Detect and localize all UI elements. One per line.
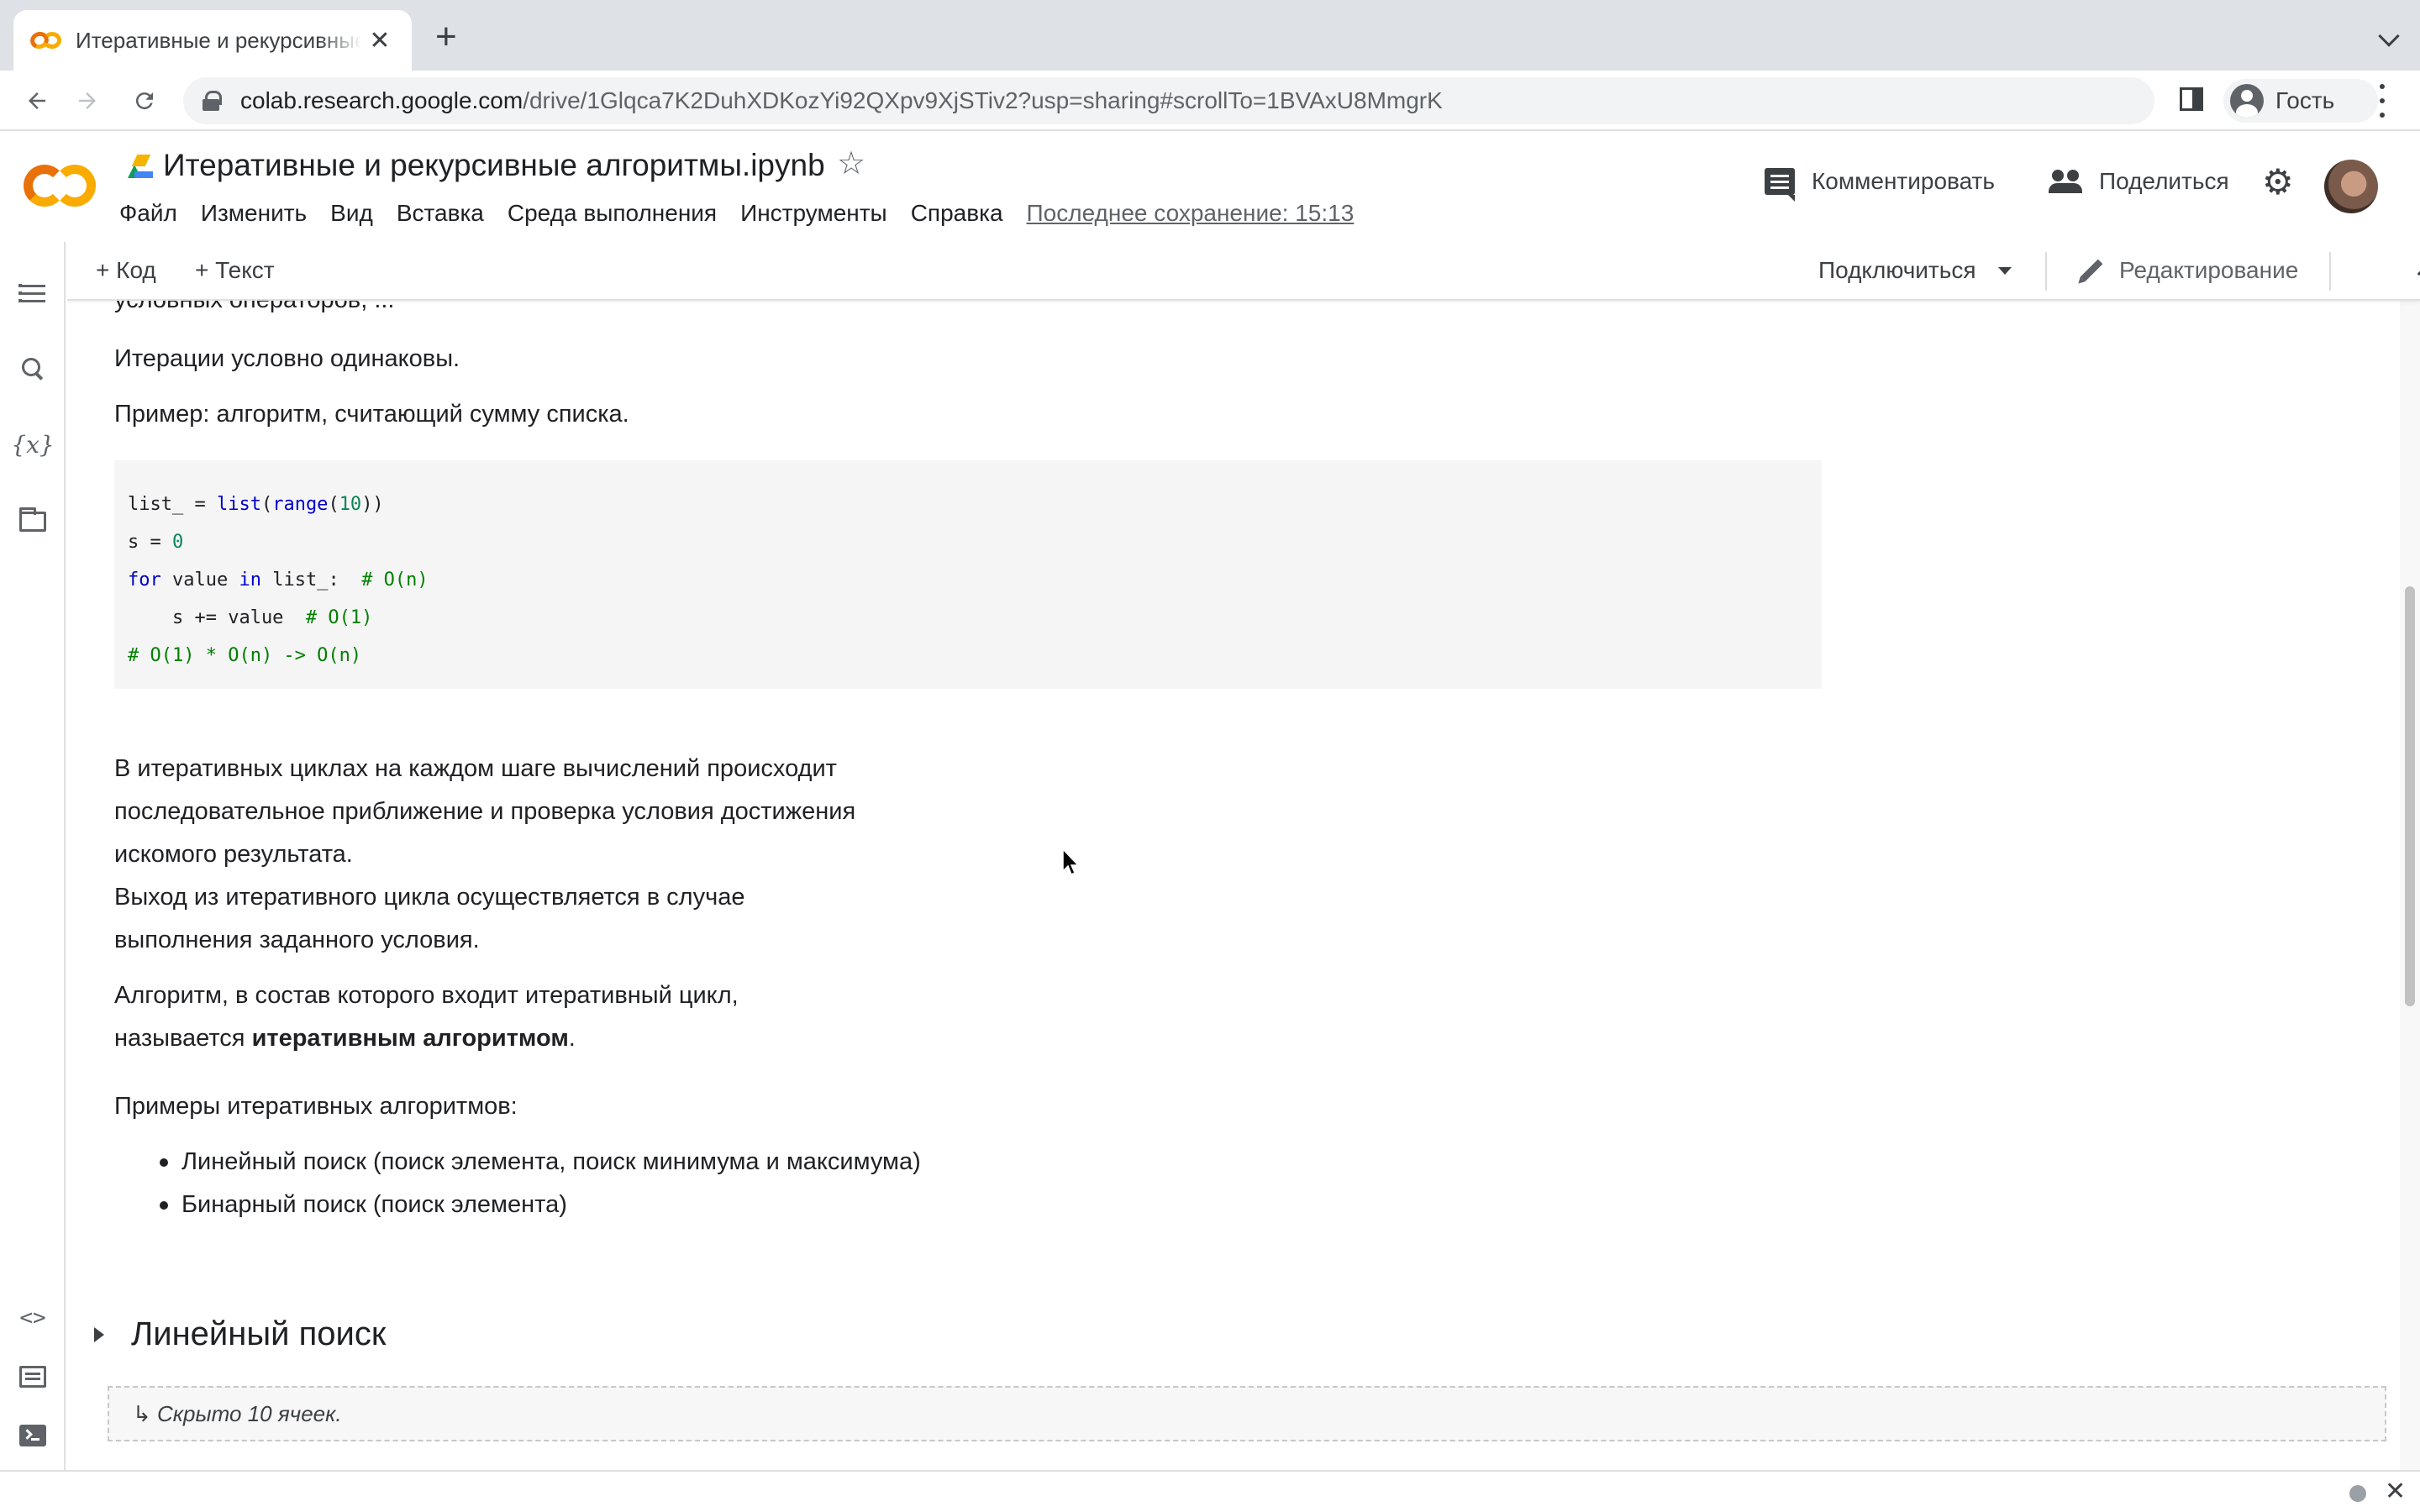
text-cell-paragraph: Примеры итеративных алгоритмов:	[114, 1093, 518, 1120]
people-icon	[2049, 170, 2082, 193]
runtime-status-icon[interactable]	[2349, 1485, 2366, 1502]
toolbar-divider	[2329, 252, 2331, 291]
last-save-link[interactable]: Последнее сохранение: 15:13	[1027, 200, 1355, 227]
avatar[interactable]	[2324, 160, 2378, 213]
profile-button[interactable]: Гость	[2223, 79, 2378, 123]
code-line: for value in list_: # O(n)	[128, 570, 429, 591]
menu-help[interactable]: Справка	[911, 200, 1003, 227]
address-bar[interactable]: colab.research.google.com/drive/1Glqca7K…	[183, 77, 2154, 124]
toolbar-divider	[2045, 252, 2047, 291]
reload-icon[interactable]	[126, 82, 163, 119]
side-panel-icon[interactable]	[2180, 87, 2203, 111]
menu-bar: Файл Изменить Вид Вставка Среда выполнен…	[119, 200, 1377, 227]
section-header-linear-search[interactable]: Линейный поиск	[76, 1315, 386, 1353]
variables-icon[interactable]: {x}	[11, 427, 54, 462]
profile-icon	[2230, 84, 2264, 118]
url-text: colab.research.google.com/drive/1Glqca7K…	[240, 87, 1443, 113]
gear-icon[interactable]: ⚙	[2262, 165, 2294, 200]
list-item: Бинарный поиск (поиск элемента)	[114, 1184, 921, 1226]
expand-section-icon[interactable]	[94, 1326, 104, 1342]
code-line: # O(1) * O(n) -> O(n)	[128, 645, 362, 666]
status-bar: ✕	[0, 1470, 2420, 1512]
connect-button[interactable]: Подключиться	[1818, 257, 2012, 284]
cell-toolbar: + Код + Текст Подключиться Редактировани…	[67, 242, 2420, 301]
code-line: s += value # O(1)	[128, 607, 373, 628]
new-tab-button[interactable]: +	[435, 18, 457, 55]
tab-title: Итеративные и рекурсивные алгоритмы.ipyn…	[76, 27, 361, 53]
terminal-icon[interactable]	[15, 1418, 50, 1453]
list-item: Линейный поиск (поиск элемента, поиск ми…	[114, 1141, 921, 1184]
text-cell-line: В итеративных циклах на каждом шаге вычи…	[114, 755, 837, 782]
drive-icon[interactable]	[128, 155, 155, 178]
code-snippets-icon[interactable]: <>	[15, 1300, 50, 1336]
notebook-content: условных операторов, ... Итерации условн…	[67, 301, 2400, 1468]
scrollbar[interactable]	[2400, 301, 2420, 1470]
hidden-cells-button[interactable]: ↳ Скрыто 10 ячеек.	[108, 1386, 2386, 1441]
add-text-button[interactable]: + Текст	[195, 257, 275, 284]
text-cell-line: последовательное приближение и проверка …	[114, 798, 856, 825]
section-title: Линейный поиск	[131, 1315, 387, 1352]
colab-header: Итеративные и рекурсивные алгоритмы.ipyn…	[0, 131, 2420, 242]
back-icon[interactable]	[18, 82, 55, 119]
tab-search-chevron-icon[interactable]	[2378, 25, 2400, 47]
folder-icon[interactable]	[15, 504, 50, 539]
notebook-title[interactable]: Итеративные и рекурсивные алгоритмы.ipyn…	[163, 148, 825, 183]
connect-label: Подключиться	[1818, 257, 1976, 283]
text-cell-line: выполнения заданного условия.	[114, 927, 480, 953]
comment-label: Комментировать	[1812, 168, 1995, 194]
table-of-contents-icon[interactable]	[15, 276, 50, 311]
browser-tab[interactable]: Итеративные и рекурсивные алгоритмы.ipyn…	[13, 10, 412, 71]
menu-edit[interactable]: Изменить	[201, 200, 307, 227]
bold-term: итеративным алгоритмом	[251, 1025, 569, 1052]
code-line: list_ = list(range(10))	[128, 494, 384, 515]
text-cell-line: искомого результата.	[114, 841, 353, 868]
search-icon[interactable]	[15, 351, 50, 386]
text-cell-line: Выход из итеративного цикла осуществляет…	[114, 884, 745, 911]
star-icon[interactable]: ☆	[837, 144, 865, 182]
text-cell-line: называется итеративным алгоритмом.	[114, 1025, 576, 1052]
pencil-icon	[2080, 259, 2103, 282]
colab-logo-icon[interactable]	[24, 165, 96, 212]
left-rail: {x} <>	[0, 242, 66, 1470]
edit-mode-label: Редактирование	[2119, 257, 2299, 283]
comment-button[interactable]: Комментировать	[1765, 168, 1995, 202]
text-cell-paragraph: Пример: алгоритм, считающий сумму списка…	[114, 401, 629, 428]
edit-mode-button[interactable]: Редактирование	[2079, 257, 2298, 284]
menu-tools[interactable]: Инструменты	[740, 200, 887, 227]
colab-favicon-icon	[28, 29, 62, 52]
text-cell-paragraph: Итерации условно одинаковы.	[114, 345, 460, 372]
text-cell-line: Алгоритм, в состав которого входит итера…	[114, 982, 739, 1009]
menu-runtime[interactable]: Среда выполнения	[508, 200, 717, 227]
close-icon[interactable]: ✕	[2385, 1477, 2406, 1506]
menu-insert[interactable]: Вставка	[397, 200, 484, 227]
lock-icon[interactable]	[202, 91, 222, 111]
add-code-button[interactable]: + Код	[96, 257, 156, 284]
scroll-thumb[interactable]	[2405, 586, 2415, 1006]
menu-file[interactable]: Файл	[119, 200, 177, 227]
text-cell-line: условных операторов, ...	[114, 301, 395, 322]
browser-toolbar: colab.research.google.com/drive/1Glqca7K…	[0, 71, 2420, 131]
browser-tab-strip: Итеративные и рекурсивные алгоритмы.ipyn…	[0, 0, 2420, 71]
code-line: s = 0	[128, 532, 184, 553]
forward-icon[interactable]	[69, 82, 106, 119]
share-button[interactable]: Поделиться	[2049, 168, 2229, 195]
comment-icon	[1765, 168, 1795, 202]
code-block[interactable]: list_ = list(range(10)) s = 0 for value …	[114, 460, 1822, 689]
profile-label: Гость	[2275, 87, 2335, 113]
bullet-list: Линейный поиск (поиск элемента, поиск ми…	[114, 1141, 921, 1226]
share-label: Поделиться	[2099, 168, 2229, 194]
menu-view[interactable]: Вид	[330, 200, 373, 227]
command-palette-icon[interactable]	[15, 1359, 50, 1394]
tab-close-icon[interactable]: ✕	[365, 26, 395, 55]
kebab-menu-icon[interactable]	[2378, 84, 2386, 118]
chevron-down-icon[interactable]	[1997, 266, 2012, 275]
